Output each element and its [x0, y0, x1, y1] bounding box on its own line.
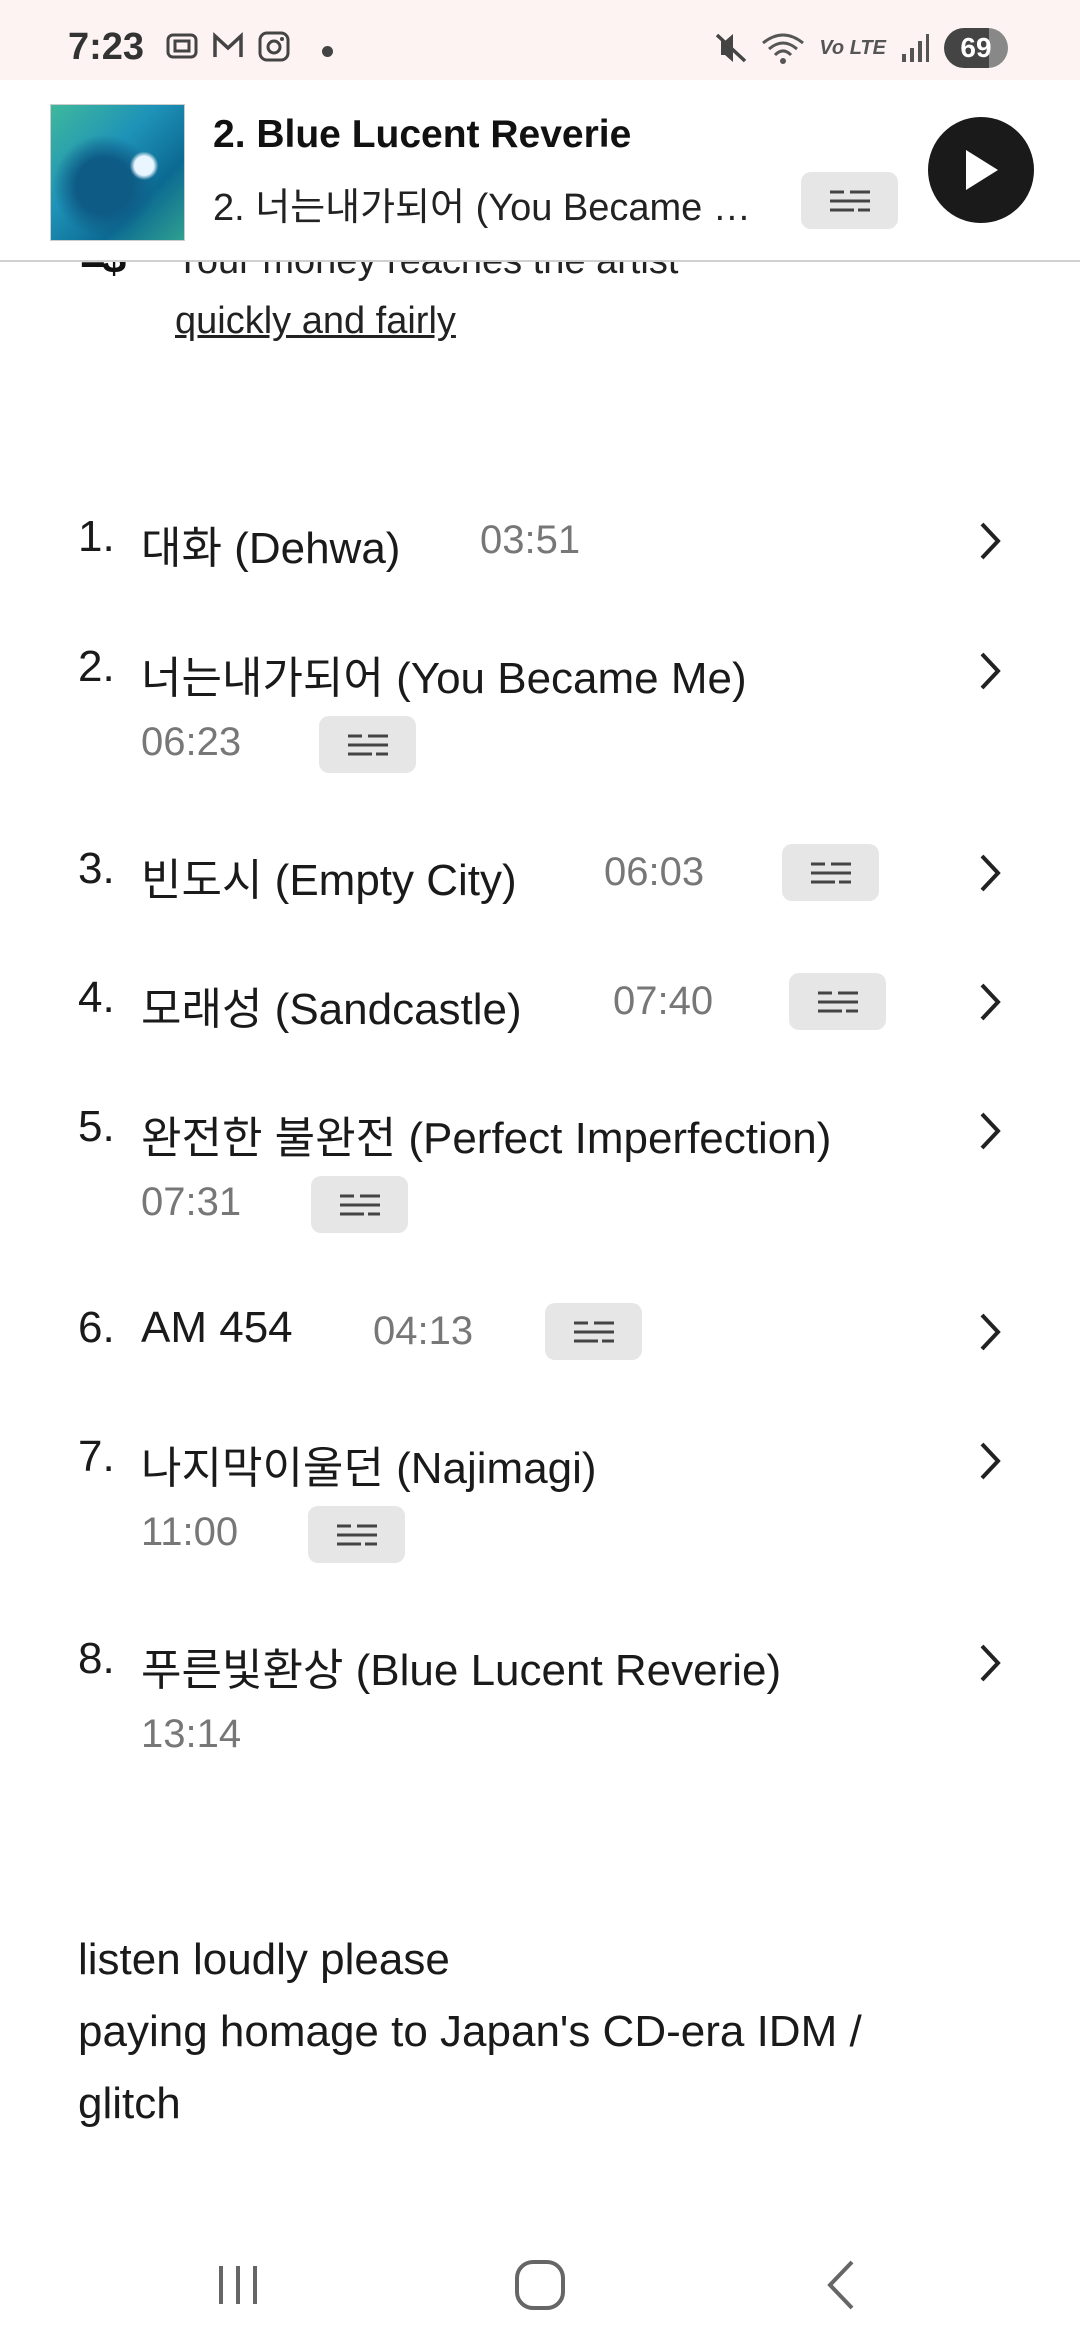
mute-icon [716, 33, 747, 63]
track-number: 4. [78, 973, 115, 1022]
chevron-right-icon[interactable] [970, 1436, 1010, 1486]
lte-icon: Vo LTE [819, 36, 886, 59]
home-button[interactable] [490, 2240, 590, 2330]
now-playing-title: 2. Blue Lucent Reverie [213, 113, 632, 156]
play-button[interactable] [928, 117, 1034, 223]
lyrics-button[interactable] [782, 844, 879, 901]
track-duration: 06:23 [141, 720, 242, 764]
track-number: 1. [78, 512, 115, 561]
play-icon [966, 150, 998, 190]
lyrics-icon [336, 1524, 377, 1545]
track-duration: 07:40 [613, 979, 714, 1023]
chevron-right-icon[interactable] [970, 516, 1010, 566]
lyrics-button[interactable] [311, 1176, 408, 1233]
track-duration: 11:00 [141, 1510, 239, 1554]
track-title: 푸른빛환상 (Blue Lucent Reverie) [141, 1646, 782, 1695]
track-duration: 13:14 [141, 1712, 242, 1756]
lyrics-button[interactable] [545, 1303, 642, 1360]
track-title: AM 454 [141, 1303, 293, 1352]
back-icon [827, 2260, 854, 2310]
track-duration: 06:03 [604, 850, 705, 894]
recent-apps-button[interactable] [188, 2240, 288, 2330]
gmail-icon [213, 32, 243, 57]
chevron-right-icon[interactable] [970, 1307, 1010, 1357]
lyrics-icon [573, 1321, 614, 1342]
track-title: 완전한 불완전 (Perfect Imperfection) [141, 1114, 832, 1163]
chevron-right-icon[interactable] [970, 1638, 1010, 1688]
status-bar: 7:23 Vo LTE 69 [0, 0, 1080, 80]
notification-dot-icon [322, 46, 333, 57]
payment-note-text: Your money reaches the artist [175, 262, 678, 283]
lyrics-icon [829, 190, 870, 211]
track-number: 3. [78, 844, 115, 893]
lyrics-icon [810, 862, 851, 883]
chevron-right-icon[interactable] [970, 848, 1010, 898]
chevron-right-icon[interactable] [970, 977, 1010, 1027]
recent-apps-icon [219, 2266, 257, 2304]
track-title: 모래성 (Sandcastle) [141, 985, 522, 1034]
track-title: 빈도시 (Empty City) [141, 856, 517, 905]
back-button[interactable] [792, 2240, 892, 2330]
lyrics-button[interactable] [319, 716, 416, 773]
lyrics-icon [817, 991, 858, 1012]
money-icon: =$ [80, 262, 126, 284]
wifi-icon [762, 33, 805, 64]
system-nav-bar [0, 2220, 1080, 2340]
now-playing-bar[interactable]: 2. Blue Lucent Reverie 2. 너는내가되어 (You Be… [0, 80, 1080, 262]
now-playing-lyrics-button[interactable] [801, 172, 898, 229]
description-line: glitch [78, 2079, 181, 2128]
battery-icon: 69 [944, 28, 1008, 68]
track-number: 7. [78, 1432, 115, 1481]
gallery-icon [166, 33, 198, 59]
lyrics-button[interactable] [308, 1506, 405, 1563]
status-time: 7:23 [68, 26, 145, 68]
track-title: 나지막이울던 (Najimagi) [141, 1444, 597, 1493]
album-art-thumbnail[interactable] [50, 104, 185, 241]
track-duration: 03:51 [480, 518, 581, 562]
track-duration: 07:31 [141, 1180, 242, 1224]
home-icon [515, 2260, 565, 2310]
lyrics-icon [347, 734, 388, 755]
track-number: 5. [78, 1102, 115, 1151]
signal-icon [902, 34, 929, 62]
instagram-icon [258, 31, 290, 62]
chevron-right-icon[interactable] [970, 646, 1010, 696]
track-number: 8. [78, 1634, 115, 1683]
lyrics-icon [339, 1194, 380, 1215]
now-playing-subtitle: 2. 너는내가되어 (You Became Me) [213, 187, 773, 229]
track-title: 너는내가되어 (You Became Me) [141, 654, 747, 703]
track-number: 6. [78, 1303, 115, 1352]
description-line: paying homage to Japan's CD-era IDM / [78, 2007, 862, 2056]
track-number: 2. [78, 642, 115, 691]
payment-note: =$ Your money reaches the artist quickly… [0, 262, 1080, 362]
track-title: 대화 (Dehwa) [141, 524, 401, 573]
payment-note-link[interactable]: quickly and fairly [175, 300, 456, 343]
track-duration: 04:13 [373, 1309, 474, 1353]
lyrics-button[interactable] [789, 973, 886, 1030]
description-line: listen loudly please [78, 1935, 450, 1984]
album-description: listen loudly please paying homage to Ja… [78, 1924, 862, 2140]
chevron-right-icon[interactable] [970, 1106, 1010, 1156]
